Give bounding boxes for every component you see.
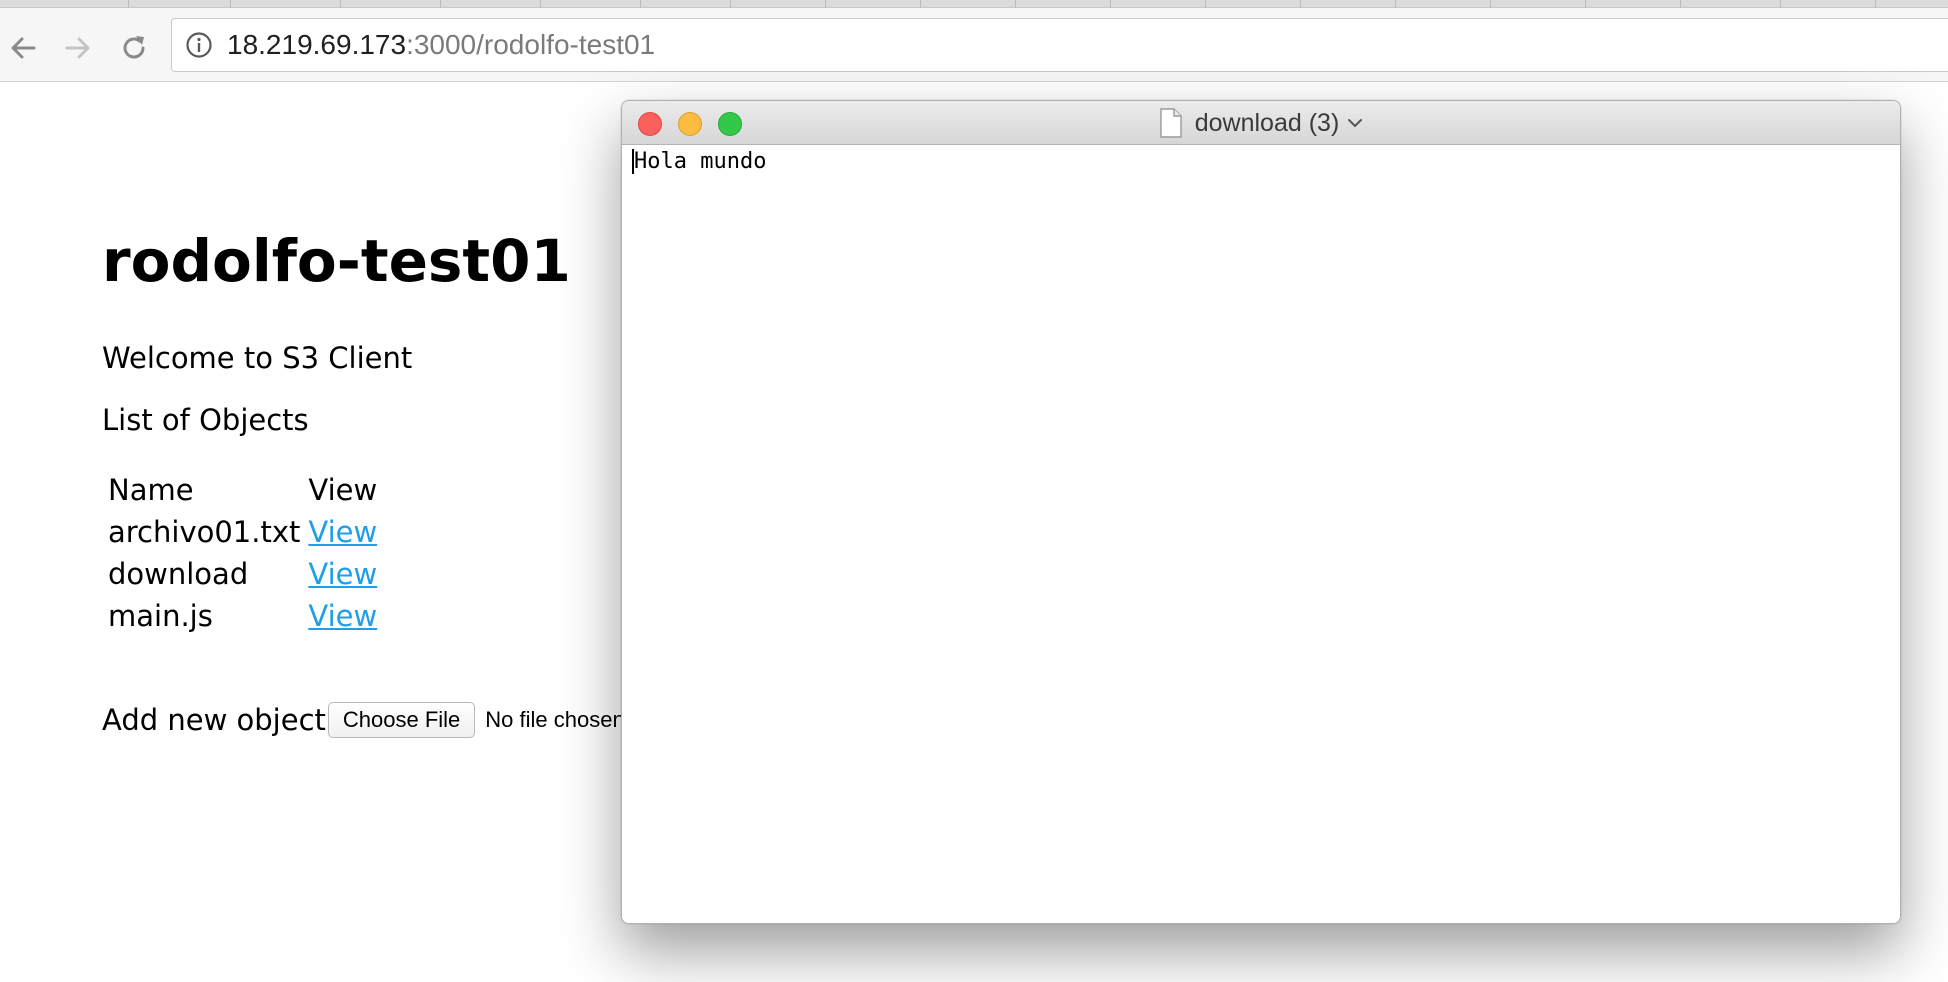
add-object-form: Add new object Choose File No file chose… bbox=[102, 702, 625, 738]
table-row: archivo01.txt View bbox=[108, 514, 377, 550]
choose-file-button[interactable]: Choose File bbox=[327, 702, 476, 738]
browser-toolbar: 18.219.69.173:3000/rodolfo-test01 bbox=[0, 8, 1948, 82]
forward-button[interactable] bbox=[58, 28, 98, 68]
table-row: main.js View bbox=[108, 598, 377, 634]
page-title: rodolfo-test01 bbox=[102, 227, 571, 295]
object-name: archivo01.txt bbox=[108, 515, 301, 549]
objects-table: Name View archivo01.txt View download Vi… bbox=[104, 466, 381, 640]
table-header-row: Name View bbox=[108, 472, 377, 508]
reload-icon bbox=[123, 36, 145, 59]
back-button[interactable] bbox=[3, 28, 43, 68]
document-body[interactable]: Hola mundo bbox=[622, 145, 1900, 923]
back-arrow-icon bbox=[11, 37, 36, 59]
window-title-text: download (3) bbox=[1194, 108, 1340, 137]
text-editor-window: download (3) Hola mundo bbox=[621, 100, 1901, 924]
address-bar[interactable]: 18.219.69.173:3000/rodolfo-test01 bbox=[171, 18, 1948, 72]
object-name: main.js bbox=[108, 599, 213, 633]
table-row: download View bbox=[108, 556, 377, 592]
reload-button[interactable] bbox=[114, 28, 154, 68]
add-object-label: Add new object bbox=[102, 703, 326, 737]
window-title[interactable]: download (3) bbox=[622, 101, 1900, 145]
column-header-view: View bbox=[308, 473, 378, 507]
welcome-text: Welcome to S3 Client bbox=[102, 341, 413, 375]
column-header-name: Name bbox=[108, 473, 194, 507]
chevron-down-icon[interactable] bbox=[1347, 117, 1363, 129]
window-titlebar[interactable]: download (3) bbox=[622, 101, 1900, 145]
url-path: :3000/rodolfo-test01 bbox=[406, 29, 656, 60]
document-text[interactable]: Hola mundo bbox=[632, 149, 767, 174]
info-icon[interactable] bbox=[185, 31, 213, 59]
view-link[interactable]: View bbox=[308, 599, 377, 633]
document-icon bbox=[1160, 108, 1182, 138]
forward-arrow-icon bbox=[65, 37, 90, 59]
view-link[interactable]: View bbox=[308, 515, 377, 549]
view-link[interactable]: View bbox=[308, 557, 377, 591]
tab-strip bbox=[0, 0, 1948, 8]
url-host: 18.219.69.173 bbox=[227, 29, 407, 60]
file-status-text: No file chosen bbox=[485, 707, 625, 732]
list-heading: List of Objects bbox=[102, 403, 309, 437]
object-name: download bbox=[108, 557, 249, 591]
